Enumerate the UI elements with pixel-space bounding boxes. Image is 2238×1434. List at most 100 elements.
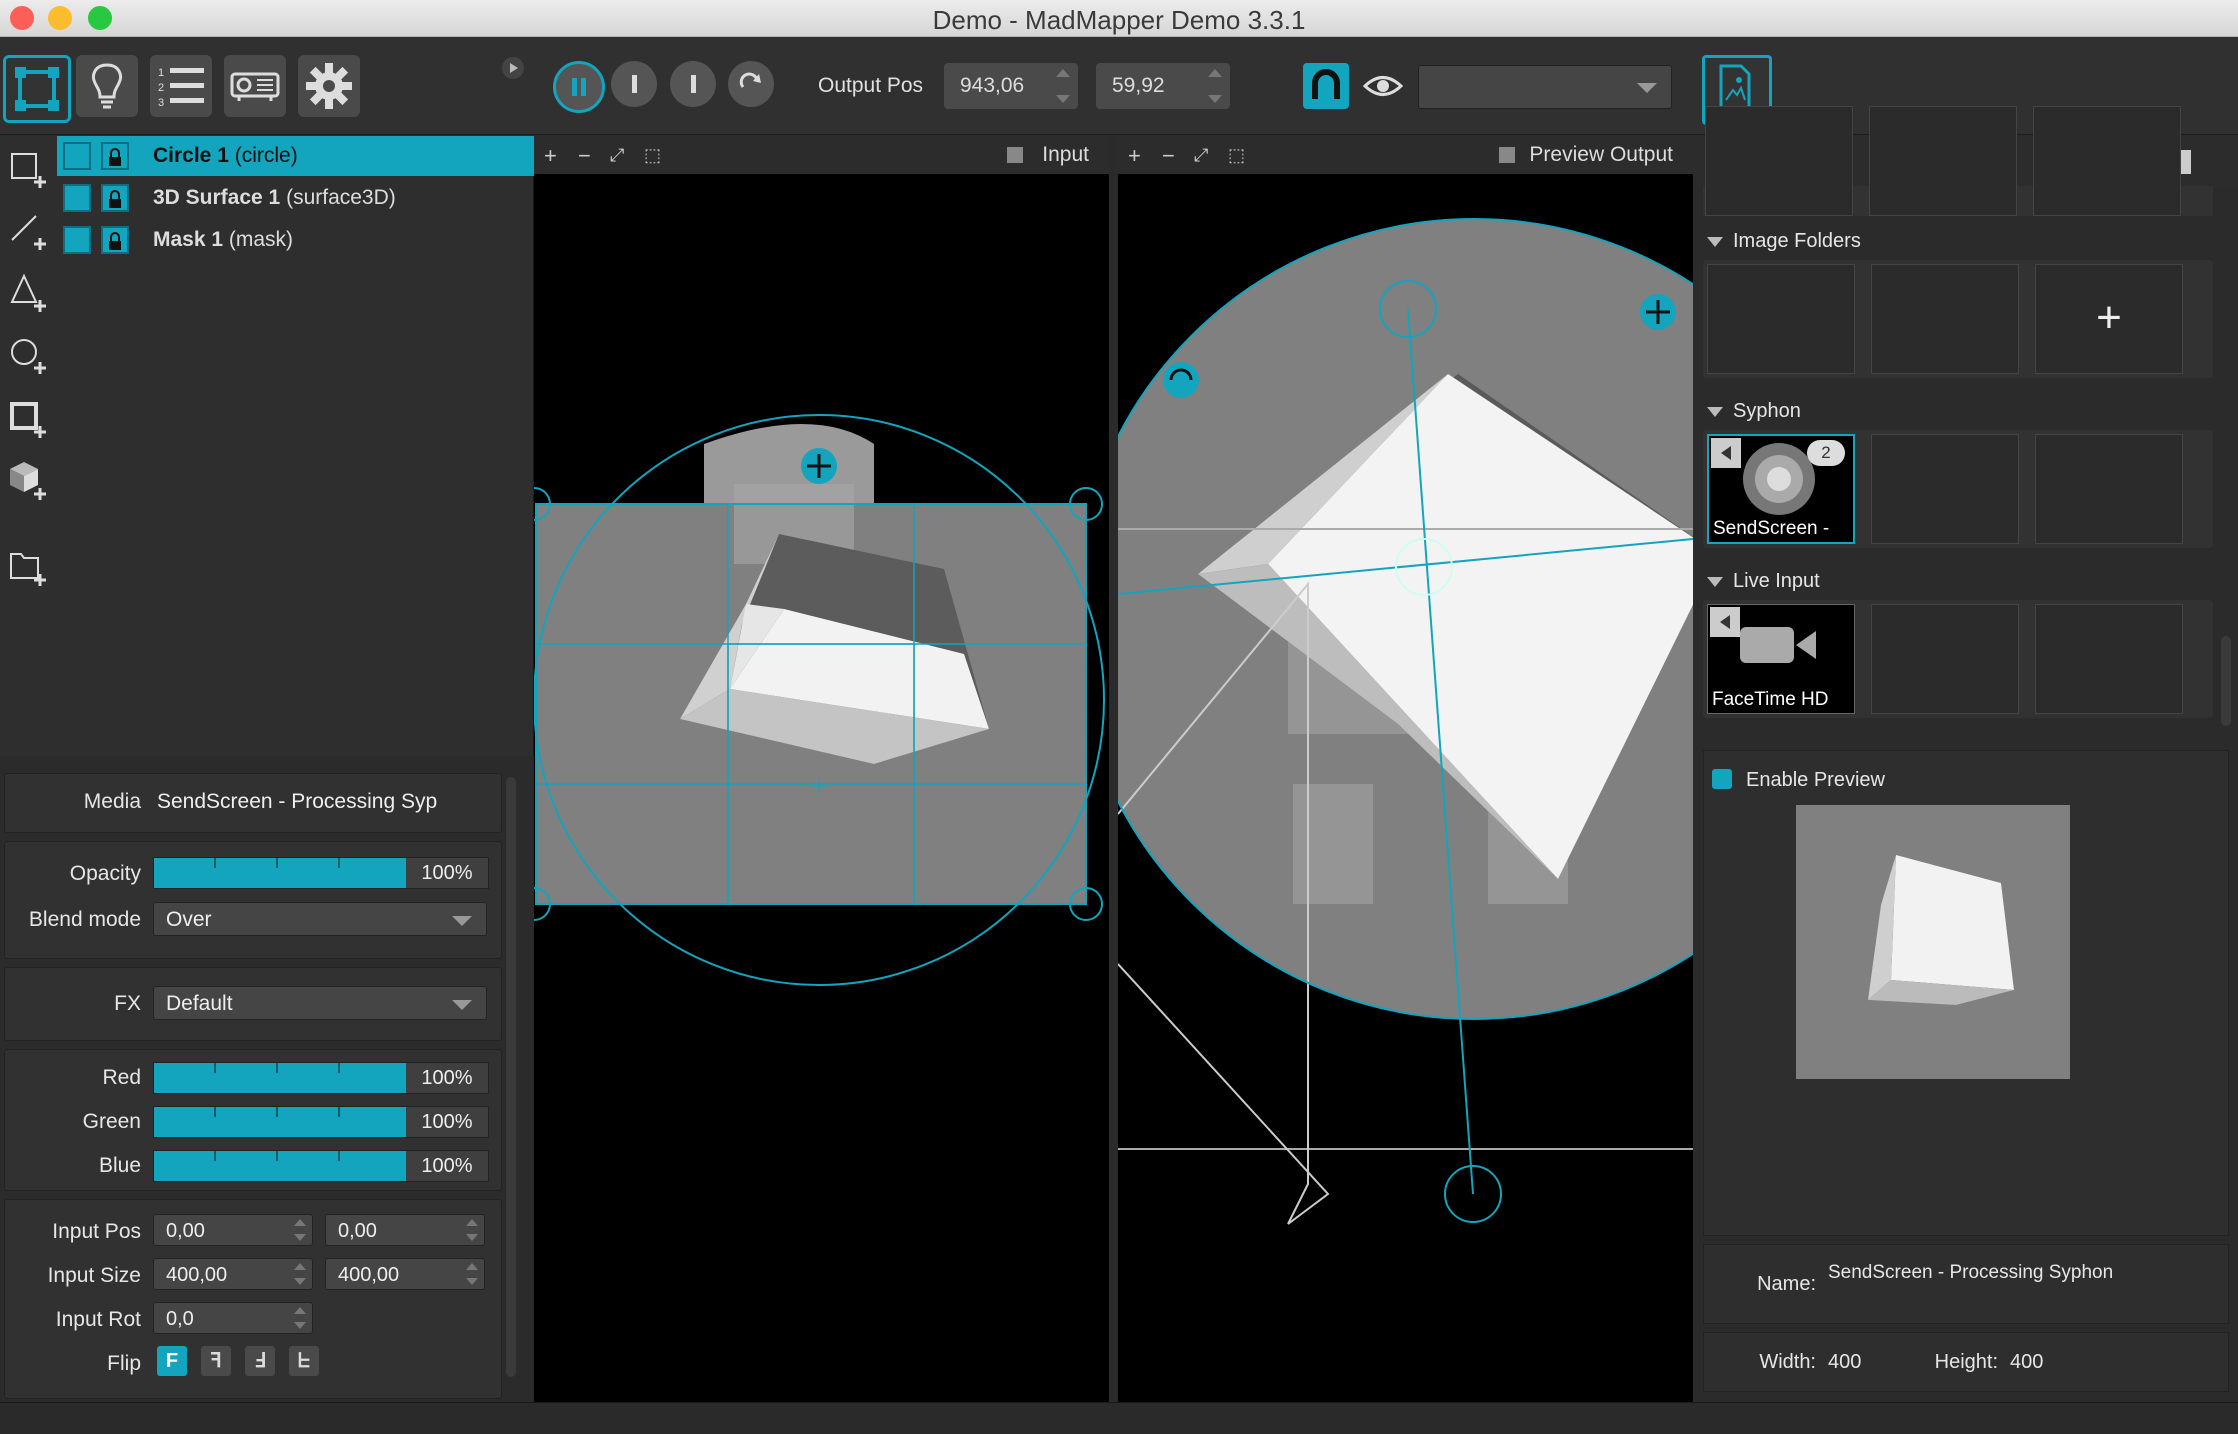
add-3d-object-tool[interactable] (8, 460, 48, 500)
layer-visible-checkbox[interactable] (63, 184, 91, 212)
fx-select[interactable]: Default (153, 986, 487, 1020)
live-input-slot[interactable] (2035, 604, 2183, 714)
flip-vertical-button[interactable]: Ⅎ (245, 1346, 275, 1376)
syphon-slot[interactable] (1871, 434, 2019, 544)
svg-text:3: 3 (158, 97, 164, 108)
input-size-h-field[interactable]: 400,00 (325, 1258, 485, 1290)
add-circle-tool[interactable] (8, 334, 48, 374)
enable-preview-label: Enable Preview (1746, 769, 1885, 791)
add-mask-tool[interactable] (8, 398, 48, 438)
folder-slot[interactable] (1871, 264, 2019, 374)
blue-slider[interactable]: 100% (153, 1150, 489, 1182)
red-slider[interactable]: 100% (153, 1062, 489, 1094)
add-cube-icon (10, 462, 46, 500)
live-input-item[interactable]: FaceTime HD (1707, 604, 1855, 714)
green-value: 100% (406, 1107, 488, 1137)
media-value[interactable]: SendScreen - Processing Syp (157, 790, 437, 814)
stop-button[interactable] (611, 61, 657, 107)
fit-icon[interactable]: ⤢ (610, 145, 624, 166)
preview-viewport[interactable] (1118, 174, 1693, 1402)
live-input-section[interactable]: Live Input (1707, 570, 1820, 593)
zoom-out-icon[interactable]: − (578, 143, 591, 169)
layer-row[interactable]: Circle 1 (circle) (57, 136, 534, 176)
opacity-label: Opacity (69, 862, 141, 885)
zoom-in-icon[interactable]: + (544, 143, 557, 169)
flip-none-button[interactable]: F (157, 1346, 187, 1376)
pause-icon (572, 78, 586, 96)
syphon-section[interactable]: Syphon (1707, 400, 1801, 423)
layer-label: Mask 1 (mask) (153, 220, 293, 260)
output-pos-y-field[interactable]: 59,92 (1096, 63, 1230, 109)
input-pos-label: Input Pos (52, 1220, 141, 1243)
output-select[interactable] (1418, 65, 1672, 109)
add-folder-button[interactable]: + (2035, 264, 2183, 374)
zoom-out-icon[interactable]: − (1162, 143, 1175, 169)
visibility-button[interactable] (1360, 63, 1406, 109)
add-line-tool[interactable] (8, 210, 48, 250)
select-region-icon[interactable]: ⬚ (1228, 145, 1245, 166)
output-pos-x-field[interactable]: 943,06 (944, 63, 1078, 109)
properties-scrollbar[interactable] (506, 777, 516, 1377)
input-size-w-value: 400,00 (166, 1264, 228, 1286)
magnet-snap-button[interactable] (1303, 63, 1349, 109)
live-input-slot[interactable] (1871, 604, 2019, 714)
preview-viewport-header: + − ⤢ ⬚ Preview Output (1118, 136, 1693, 174)
library-scrollbar[interactable] (2221, 636, 2231, 726)
input-rot-field[interactable]: 0,0 (153, 1302, 313, 1334)
zoom-in-icon[interactable]: + (1128, 143, 1141, 169)
add-triangle-tool[interactable] (8, 272, 48, 312)
image-folders-section[interactable]: Image Folders (1707, 230, 1861, 253)
input-pos-y-field[interactable]: 0,00 (325, 1214, 485, 1246)
svg-text:2: 2 (158, 82, 164, 94)
redo-icon (739, 72, 761, 88)
output-pos-y-value: 59,92 (1112, 74, 1165, 97)
chevron-down-icon (452, 916, 472, 926)
syphon-slot[interactable] (2035, 434, 2183, 544)
red-value: 100% (406, 1063, 488, 1093)
color-group: Red 100% Green 100% Blue 100% (4, 1049, 502, 1191)
select-region-icon[interactable]: ⬚ (644, 145, 661, 166)
syphon-source-item[interactable]: 2 SendScreen - (1707, 434, 1855, 544)
folder-slot[interactable] (1707, 264, 1855, 374)
lock-icon[interactable] (101, 142, 129, 170)
blue-value: 100% (406, 1151, 488, 1181)
fit-icon[interactable]: ⤢ (1194, 145, 1208, 166)
cue-list-button[interactable]: 1 2 3 (150, 55, 212, 117)
preferences-button[interactable] (298, 55, 360, 117)
flip-both-button[interactable]: ᖶ (289, 1346, 319, 1376)
play-source-button[interactable] (1710, 607, 1740, 637)
restart-button[interactable] (728, 61, 774, 107)
pause-button[interactable] (553, 61, 605, 113)
lights-mode-button[interactable] (76, 55, 138, 117)
lock-icon[interactable] (101, 184, 129, 212)
enable-preview-checkbox[interactable] (1712, 769, 1732, 789)
add-quad-tool[interactable] (8, 148, 48, 188)
input-pos-x-field[interactable]: 0,00 (153, 1214, 313, 1246)
opacity-slider[interactable]: 100% (153, 857, 489, 889)
play-source-button[interactable] (1711, 438, 1741, 468)
input-viewport[interactable] (534, 174, 1109, 1402)
blend-mode-select[interactable]: Over (153, 902, 487, 936)
layer-visible-checkbox[interactable] (63, 142, 91, 170)
expand-toolbar-button[interactable] (502, 57, 524, 79)
add-mask-icon (10, 402, 46, 438)
green-slider[interactable]: 100% (153, 1106, 489, 1138)
layer-visible-checkbox[interactable] (63, 226, 91, 254)
add-group-tool[interactable] (8, 546, 48, 586)
layer-row[interactable]: 3D Surface 1 (surface3D) (57, 178, 534, 218)
preview-viewport-label: Preview Output (1529, 143, 1673, 166)
input-size-w-field[interactable]: 400,00 (153, 1258, 313, 1290)
output-pos-label: Output Pos (818, 74, 924, 97)
input-checkbox[interactable] (1007, 147, 1023, 163)
surface-mode-button[interactable] (3, 55, 71, 123)
layer-row[interactable]: Mask 1 (mask) (57, 220, 534, 260)
preview-output-checkbox[interactable] (1499, 147, 1515, 163)
layer-type: (mask) (228, 228, 294, 251)
red-label: Red (102, 1066, 141, 1089)
lock-icon[interactable] (101, 226, 129, 254)
step-button[interactable] (670, 61, 716, 107)
flip-horizontal-button[interactable]: ꟻ (201, 1346, 231, 1376)
surface-icon (15, 67, 59, 111)
play-small-icon (510, 63, 518, 73)
projector-button[interactable] (224, 55, 286, 117)
